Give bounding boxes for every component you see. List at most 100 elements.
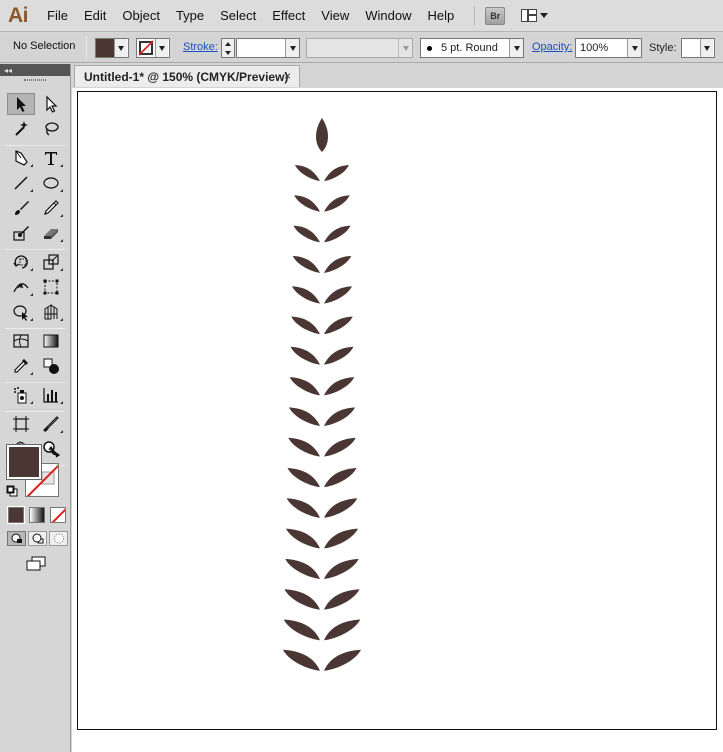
chevron-down-icon (704, 45, 710, 51)
eraser-tool[interactable] (37, 222, 65, 244)
tools-panel-header[interactable]: ◂◂ (0, 64, 70, 76)
eyedropper-tool[interactable] (7, 355, 35, 377)
menu-type[interactable]: Type (168, 0, 212, 32)
wheat-artwork[interactable] (78, 92, 718, 731)
scale-tool[interactable] (37, 251, 65, 273)
stroke-panel-link[interactable]: Stroke: (183, 41, 218, 61)
screen-mode-icon (26, 556, 46, 571)
column-graph-tool[interactable] (37, 384, 65, 406)
collapse-panel-icon: ◂◂ (4, 65, 13, 75)
perspective-grid-tool[interactable] (37, 301, 65, 323)
draw-inside-button[interactable] (49, 531, 68, 546)
wheat-leaf-right (324, 225, 351, 243)
pencil-icon (44, 200, 59, 215)
color-mode-button[interactable] (7, 506, 25, 524)
arrange-documents-button[interactable] (521, 9, 549, 22)
bridge-button[interactable]: Br (485, 6, 506, 25)
canvas[interactable] (72, 88, 723, 752)
none-slash-icon (51, 508, 65, 522)
selection-tool[interactable] (7, 93, 35, 115)
wheat-leaf-right (324, 558, 359, 579)
width-tool[interactable] (7, 276, 35, 298)
stroke-weight-field[interactable] (236, 38, 300, 58)
shape-builder-tool[interactable] (7, 301, 35, 323)
ellipse-tool[interactable] (37, 172, 65, 194)
draw-normal-button[interactable] (7, 531, 26, 546)
wheat-leaf-right (324, 346, 354, 365)
slice-tool[interactable] (37, 413, 65, 435)
width-icon (13, 283, 29, 293)
control-divider (86, 36, 87, 60)
line-segment-icon (14, 176, 28, 190)
menu-window[interactable]: Window (357, 0, 419, 32)
scale-icon (43, 254, 59, 270)
magic-wand-icon (15, 121, 28, 136)
free-transform-tool[interactable] (37, 276, 65, 298)
blob-brush-tool[interactable] (7, 222, 35, 244)
opacity-panel-link[interactable]: Opacity: (532, 41, 572, 61)
menu-help[interactable]: Help (419, 0, 462, 32)
wheat-leaf-left (294, 195, 320, 212)
chevron-down-icon (540, 13, 549, 18)
magic-wand-tool[interactable] (7, 118, 35, 140)
gradient-mode-button[interactable] (29, 507, 45, 523)
menu-effect[interactable]: Effect (264, 0, 313, 32)
stroke-none-icon (137, 39, 155, 57)
artboard[interactable] (77, 91, 717, 730)
blend-tool[interactable] (37, 355, 65, 377)
menu-edit[interactable]: Edit (76, 0, 114, 32)
column-graph-icon (43, 388, 58, 403)
none-mode-button[interactable] (50, 507, 66, 523)
draw-behind-button[interactable] (28, 531, 47, 546)
wheat-leaf-right (324, 468, 357, 488)
gradient-tool[interactable] (37, 330, 65, 352)
pen-tool[interactable] (7, 147, 35, 169)
screen-mode-button[interactable] (25, 556, 47, 575)
menu-select[interactable]: Select (212, 0, 264, 32)
wheat-leaf-right (324, 255, 352, 273)
lasso-tool[interactable] (37, 118, 65, 140)
swap-fill-stroke-icon[interactable] (48, 444, 62, 461)
menu-bar: Ai File Edit Object Type Select Effect V… (0, 0, 723, 32)
pencil-tool[interactable] (37, 197, 65, 219)
graphic-style-picker[interactable] (681, 38, 715, 58)
opacity-value: 100% (580, 42, 609, 54)
stroke-weight-stepper[interactable] (221, 38, 235, 58)
step-down-icon (225, 50, 231, 55)
brush-dot-icon (427, 45, 432, 51)
wheat-leaf-left (287, 468, 320, 488)
app-logo: Ai (8, 3, 29, 27)
menu-view[interactable]: View (313, 0, 357, 32)
wheat-leaf-left (295, 165, 320, 181)
menu-divider (474, 5, 476, 26)
blob-brush-icon (13, 226, 29, 241)
panel-grip[interactable] (0, 76, 70, 84)
pen-nib-icon (15, 150, 28, 166)
wheat-leaf-left (283, 649, 320, 671)
style-label: Style: (649, 42, 677, 54)
fill-color-picker[interactable] (95, 38, 129, 58)
menu-file[interactable]: File (39, 0, 76, 32)
mesh-tool[interactable] (7, 330, 35, 352)
menu-items: File Edit Object Type Select Effect View… (39, 0, 462, 32)
menu-object[interactable]: Object (114, 0, 168, 32)
brush-definition-select[interactable]: 5 pt. Round (420, 38, 524, 58)
opacity-field[interactable]: 100% (575, 38, 642, 58)
brush-value: 5 pt. Round (441, 42, 498, 54)
wheat-leaf-right (324, 589, 360, 610)
line-segment-tool[interactable] (7, 172, 35, 194)
variable-width-profile (306, 38, 413, 58)
direct-selection-tool[interactable] (37, 93, 65, 115)
close-icon[interactable]: × (284, 69, 291, 83)
document-tab[interactable]: Untitled-1* @ 150% (CMYK/Preview) × (74, 65, 300, 87)
artboard-tool[interactable] (7, 413, 35, 435)
stroke-color-picker[interactable] (136, 38, 170, 58)
wheat-leaf-right (324, 498, 358, 518)
fill-color-swatch[interactable] (6, 444, 42, 480)
rotate-tool[interactable] (7, 251, 35, 273)
type-tool[interactable] (37, 147, 65, 169)
default-colors-icon[interactable] (6, 485, 18, 500)
paintbrush-tool[interactable] (7, 197, 35, 219)
wheat-leaf-left (284, 589, 320, 610)
symbol-sprayer-tool[interactable] (7, 384, 35, 406)
